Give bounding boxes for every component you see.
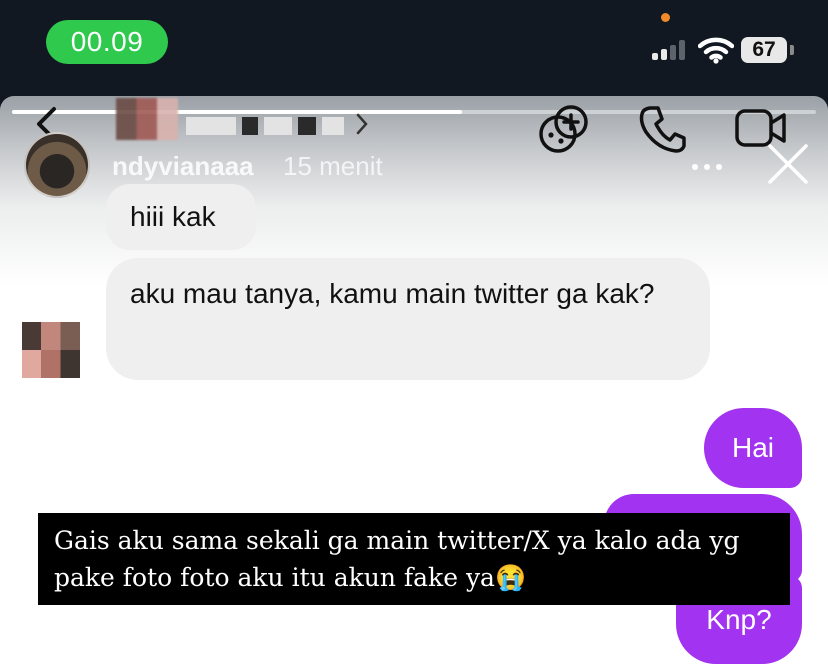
story-caption: Gais aku sama sekali ga main twitter/X y…	[38, 513, 790, 605]
close-icon[interactable]	[766, 142, 810, 186]
phone-icon[interactable]	[638, 104, 686, 154]
status-bar: 00.09 67	[0, 0, 828, 96]
story-timestamp: 15 menit	[283, 151, 383, 181]
story-username[interactable]: ndyvianaaa	[112, 151, 254, 182]
message-bubble-incoming[interactable]: hiii kak	[106, 184, 256, 250]
wifi-icon	[698, 37, 734, 64]
game-icon[interactable]	[538, 104, 590, 156]
status-time[interactable]: 00.09	[46, 20, 168, 64]
sender-avatar[interactable]	[22, 322, 80, 378]
story-avatar[interactable]	[24, 132, 90, 198]
contact-name[interactable]	[186, 116, 346, 136]
message-bubble-incoming[interactable]: aku mau tanya, kamu main twitter ga kak?	[106, 258, 710, 380]
more-icon[interactable]	[690, 162, 724, 172]
battery-indicator: 67	[741, 37, 787, 63]
battery-tip	[790, 45, 794, 55]
caption-line: pake foto foto aku itu akun fake ya😭	[54, 563, 527, 592]
chevron-right-icon[interactable]	[354, 112, 370, 136]
contact-avatar[interactable]	[116, 98, 178, 140]
story-progress-fill	[12, 110, 463, 114]
chat-screen: ndyvianaaa 15 menit hiii kak aku mau tan…	[0, 96, 828, 667]
privacy-indicator-dot	[661, 13, 670, 22]
cellular-signal-icon	[652, 38, 692, 60]
message-bubble-outgoing[interactable]: Hai	[704, 408, 802, 488]
caption-line: Gais aku sama sekali ga main twitter/X y…	[54, 526, 740, 555]
